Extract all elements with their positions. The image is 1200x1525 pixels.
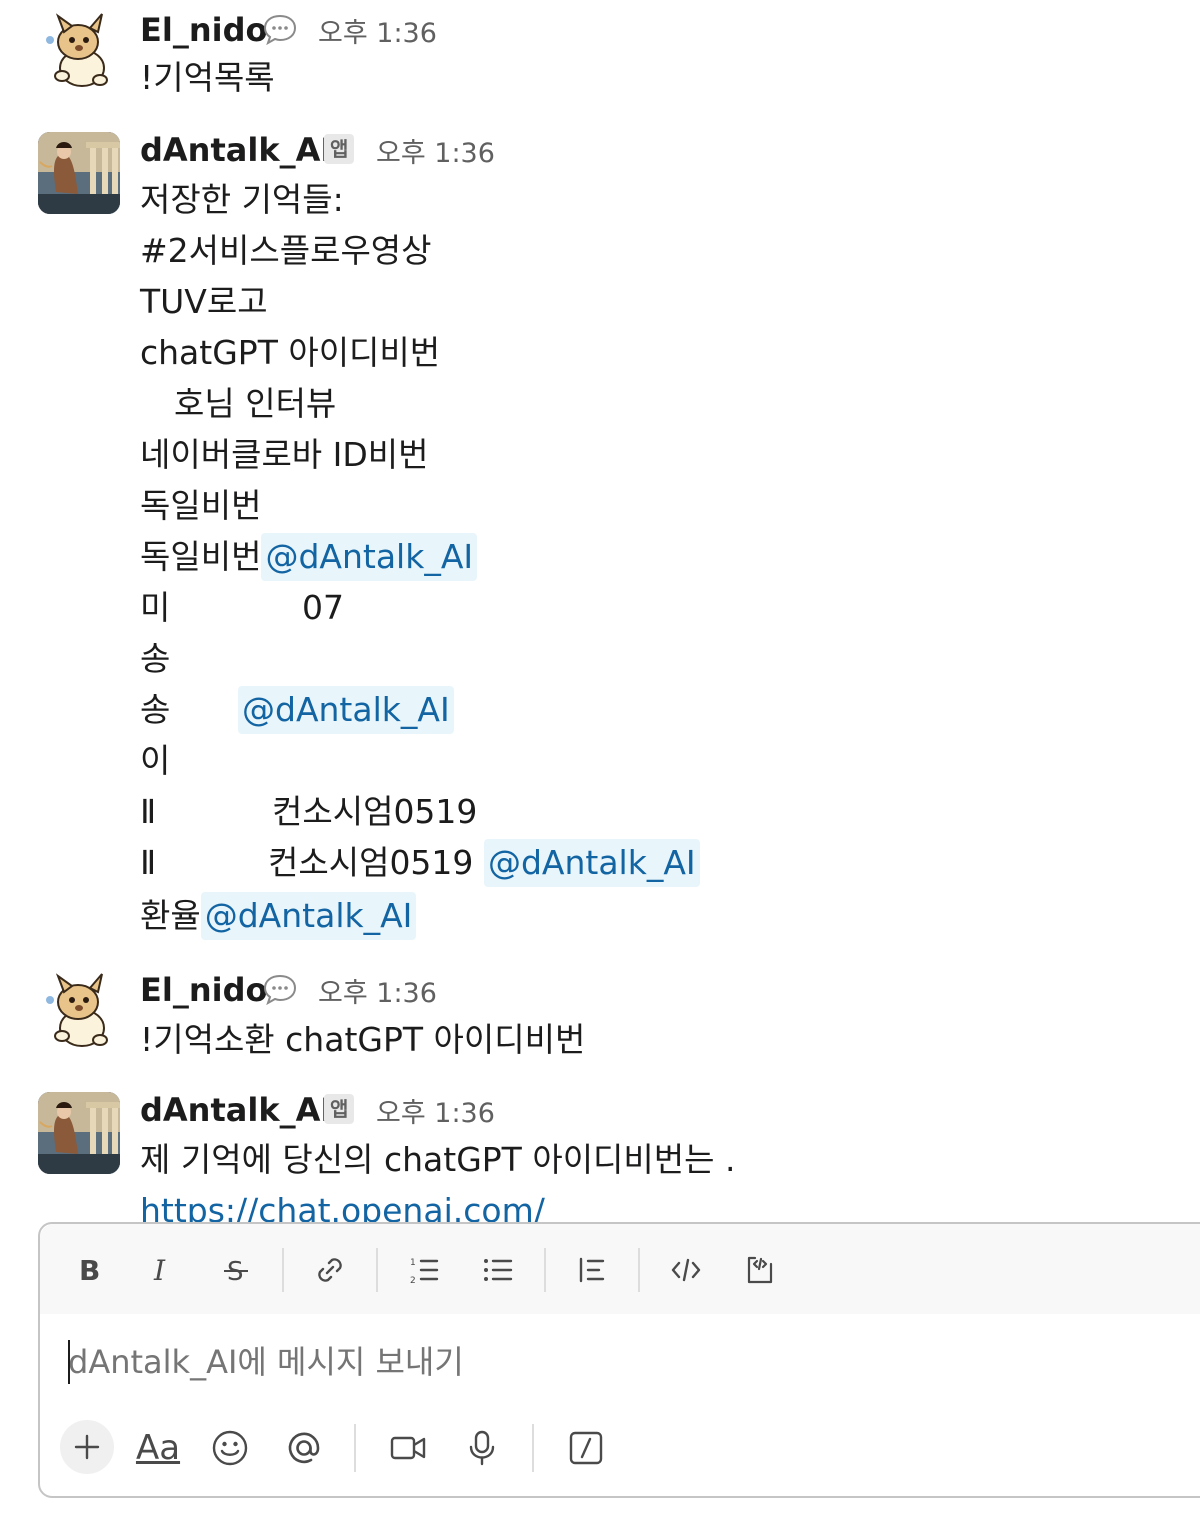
svg-text:1: 1: [410, 1258, 416, 1268]
memory-item-text: 환율: [140, 896, 201, 935]
memory-item-fragment: 컨소시엄0519 @dAntalk_AI: [268, 839, 700, 887]
memory-item: 이: [140, 737, 170, 785]
memory-item-text: 송: [140, 690, 171, 729]
memory-item-fragment: 07: [302, 584, 344, 632]
mention-link[interactable]: @dAntalk_AI: [200, 892, 417, 940]
memory-item: 네이버클로바 ID비번: [140, 435, 429, 474]
message-composer: B I S 12 Aa: [38, 1222, 1200, 1498]
author-name[interactable]: El_nido: [140, 10, 267, 50]
message: dAntalk_AI 앱 오후 1:36 저장한 기억들: #2서비스플로우영상…: [0, 120, 1200, 950]
timestamp[interactable]: 오후 1:36: [376, 1096, 495, 1132]
memory-item-text: 07: [302, 588, 344, 627]
timestamp[interactable]: 오후 1:36: [318, 16, 437, 52]
text-format-toggle[interactable]: Aa: [134, 1424, 182, 1472]
avatar[interactable]: [38, 970, 120, 1052]
code-icon[interactable]: [664, 1248, 708, 1292]
memory-item-text: Ⅱ: [140, 843, 157, 882]
message: El_nido 오후 1:36 !기억목록: [0, 0, 1200, 110]
memory-item: 송: [140, 686, 170, 734]
memory-item: 호님 인터뷰: [174, 384, 337, 423]
text-cursor: [68, 1340, 70, 1384]
message-link-line: https://chat.openai.com/: [140, 1187, 545, 1222]
aa-label: Aa: [135, 1428, 181, 1468]
bulleted-list-icon[interactable]: [476, 1248, 520, 1292]
emoji-icon[interactable]: [206, 1424, 254, 1472]
app-badge: 앱: [324, 1094, 355, 1124]
message-input[interactable]: [68, 1334, 1188, 1390]
slash-command-icon[interactable]: [562, 1424, 610, 1472]
bold-icon[interactable]: B: [66, 1248, 110, 1292]
message: dAntalk_AI 앱 오후 1:36 제 기억에 당신의 chatGPT 아…: [0, 1080, 1200, 1222]
plus-icon[interactable]: [60, 1420, 114, 1474]
message-text: 제 기억에 당신의 chatGPT 아이디비번는 .: [140, 1140, 736, 1179]
memory-item-text: 컨소시엄0519: [268, 843, 474, 882]
mention-link[interactable]: @dAntalk_AI: [238, 686, 454, 734]
svg-text:I: I: [153, 1254, 166, 1287]
avatar[interactable]: [38, 10, 120, 92]
code-block-icon[interactable]: [738, 1248, 782, 1292]
memory-item-text: 이: [140, 741, 171, 780]
author-name[interactable]: dAntalk_AI: [140, 1090, 332, 1130]
svg-text:B: B: [79, 1254, 100, 1287]
memory-item: 미: [140, 584, 170, 632]
app-badge: 앱: [324, 134, 355, 164]
timestamp[interactable]: 오후 1:36: [376, 136, 495, 172]
memory-item-text: 송: [140, 639, 171, 678]
avatar[interactable]: [38, 1092, 120, 1174]
memory-item-text: 독일비번: [140, 537, 262, 576]
video-icon[interactable]: [384, 1424, 432, 1472]
timestamp[interactable]: 오후 1:36: [318, 976, 437, 1012]
svg-text:2: 2: [410, 1276, 416, 1286]
author-name[interactable]: dAntalk_AI: [140, 130, 332, 170]
message-feed: El_nido 오후 1:36 !기억목록 dAntalk_AI 앱 오후 1:…: [0, 0, 1200, 1222]
memory-item: Ⅱ: [140, 839, 156, 887]
message-text: 저장한 기억들:: [140, 180, 344, 219]
avatar[interactable]: [38, 132, 120, 214]
message-text: !기억소환 chatGPT 아이디비번: [140, 1020, 586, 1059]
memory-item-text: Ⅱ: [140, 792, 157, 831]
blockquote-icon[interactable]: [570, 1248, 614, 1292]
memory-item-text: 미: [140, 588, 171, 627]
ordered-list-icon[interactable]: 12: [402, 1248, 446, 1292]
chat-bubble-icon: [262, 972, 298, 1006]
chat-bubble-icon: [262, 12, 298, 46]
memory-item: Ⅱ: [140, 788, 156, 836]
memory-item: 독일비번: [140, 486, 262, 525]
memory-item: TUV로고: [140, 282, 268, 321]
italic-icon[interactable]: I: [140, 1248, 184, 1292]
memory-item: 독일비번 @dAntalk_AI: [140, 533, 478, 581]
message-text: !기억목록: [140, 58, 275, 97]
memory-item: chatGPT 아이디비번: [140, 333, 441, 372]
memory-item-mention: @dAntalk_AI: [238, 686, 454, 734]
memory-item: 환율 @dAntalk_AI: [140, 892, 417, 940]
memory-item-fragment: 컨소시엄0519: [272, 788, 477, 836]
memory-item-text: 컨소시엄0519: [272, 792, 478, 831]
memory-item: #2서비스플로우영상: [140, 231, 432, 270]
author-name[interactable]: El_nido: [140, 970, 267, 1010]
message: El_nido 오후 1:36 !기억소환 chatGPT 아이디비번: [0, 960, 1200, 1070]
memory-item: 송: [140, 635, 170, 683]
link-icon[interactable]: [308, 1248, 352, 1292]
mention-link[interactable]: @dAntalk_AI: [261, 533, 478, 581]
mention-icon[interactable]: [280, 1424, 328, 1472]
strikethrough-icon[interactable]: S: [214, 1248, 258, 1292]
formatting-toolbar: B I S 12: [40, 1224, 1200, 1314]
url-link[interactable]: https://chat.openai.com/: [140, 1191, 545, 1222]
microphone-icon[interactable]: [458, 1424, 506, 1472]
mention-link[interactable]: @dAntalk_AI: [483, 839, 700, 887]
